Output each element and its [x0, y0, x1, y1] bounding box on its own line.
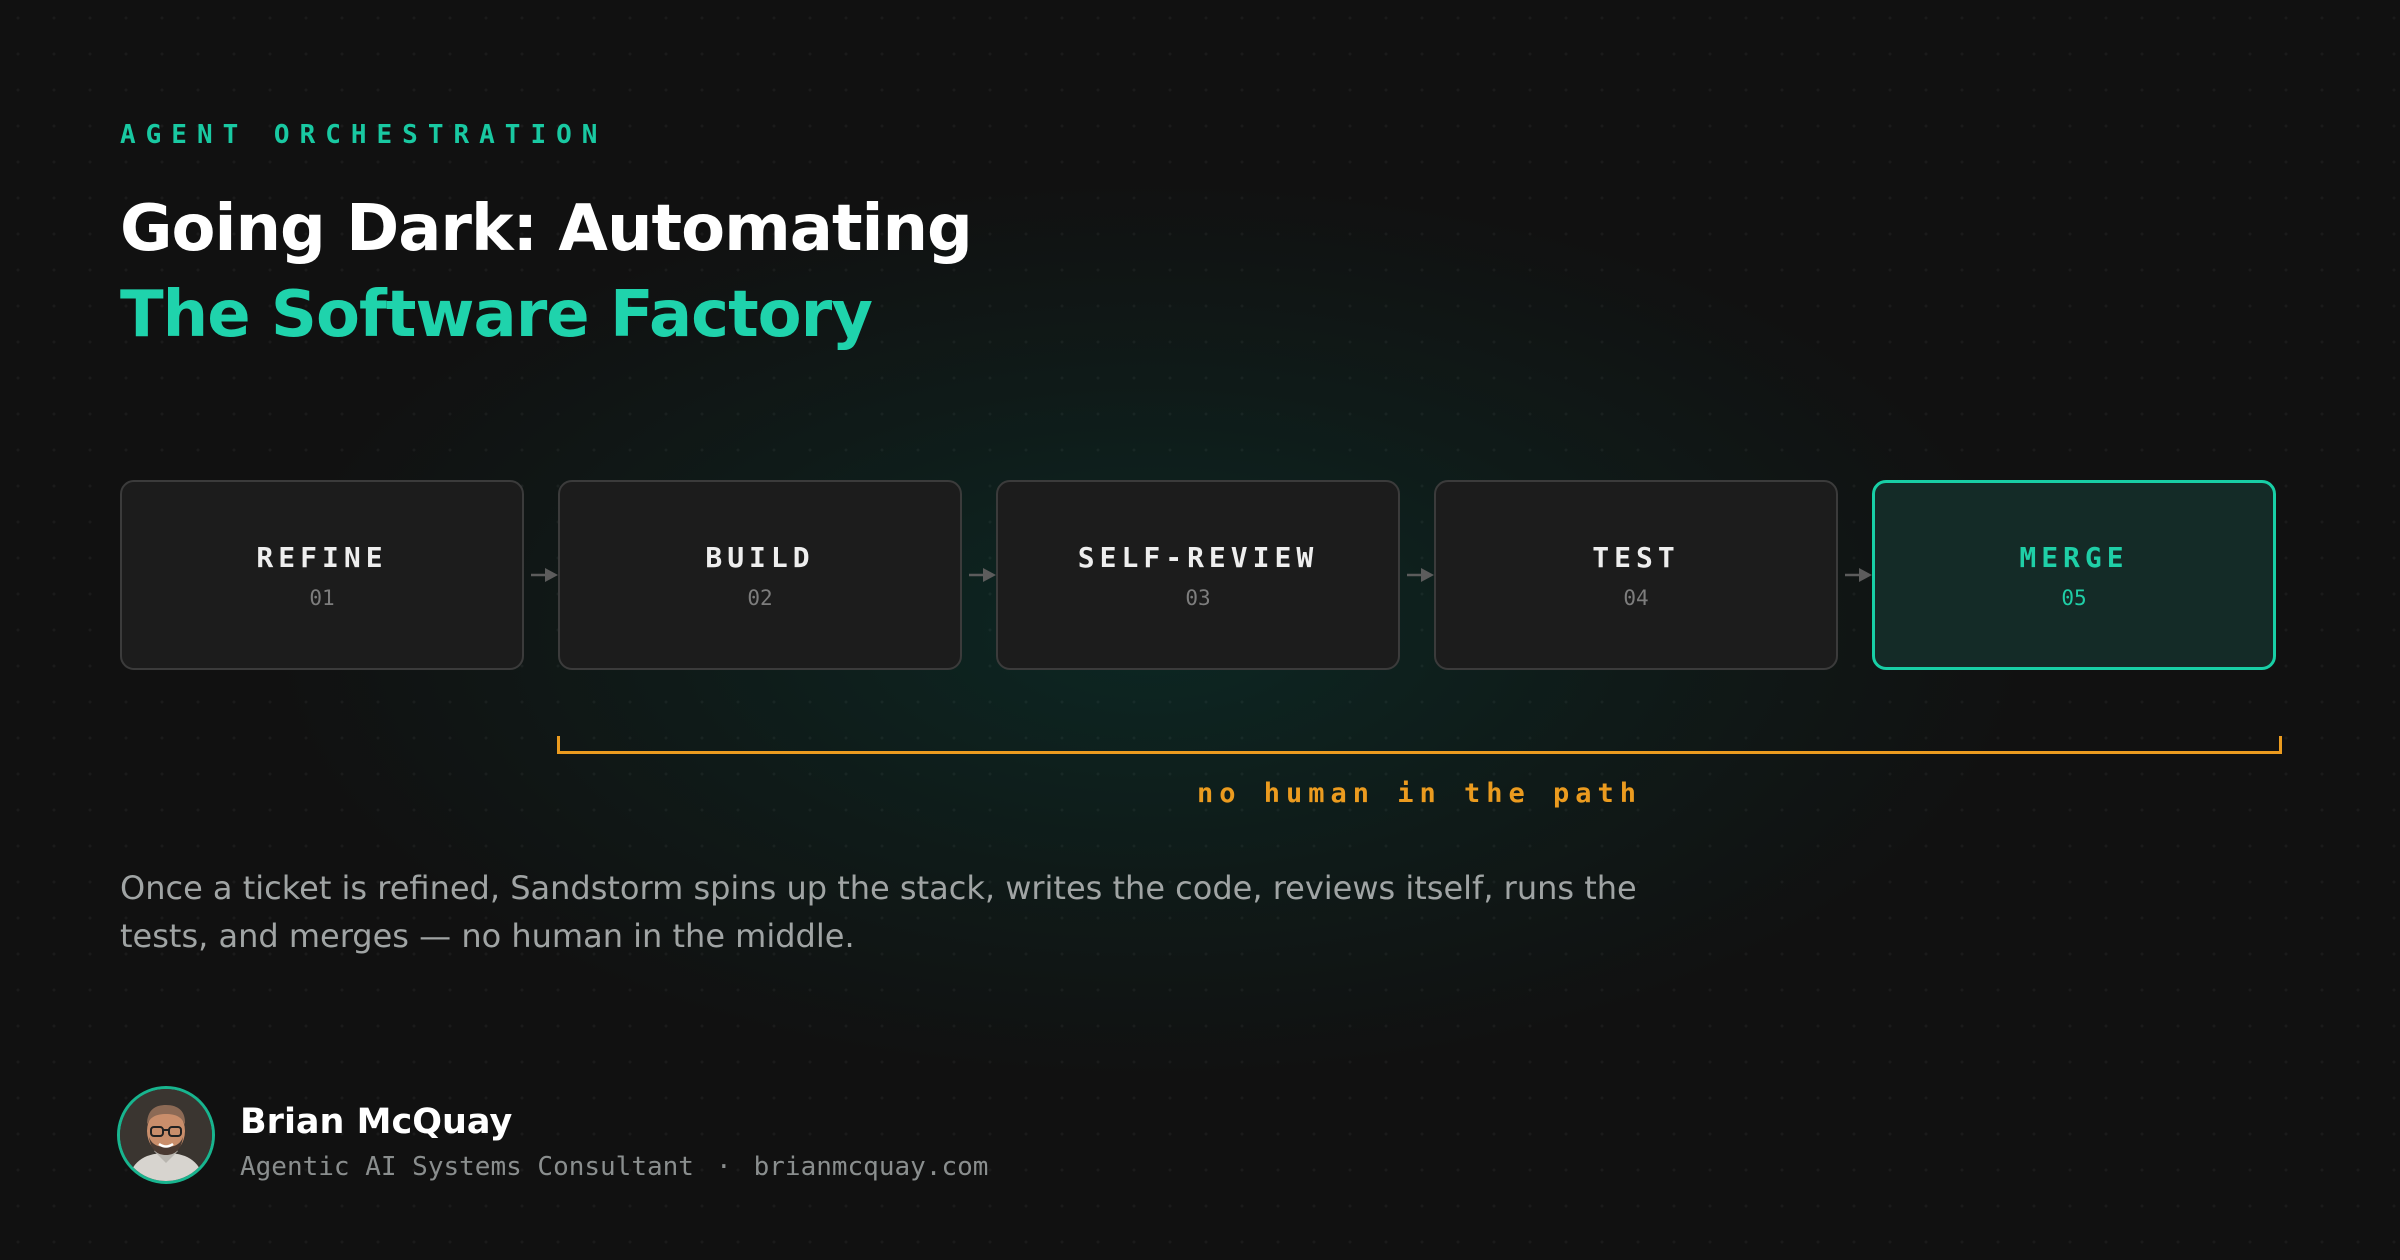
arrow-right-icon	[1404, 563, 1438, 587]
stage-refine: REFINE 01	[120, 480, 524, 670]
stage-number: 04	[1623, 585, 1649, 610]
author-name: Brian McQuay	[240, 1102, 513, 1142]
title-line-1: Going Dark: Automating	[120, 192, 973, 266]
stage-label: REFINE	[256, 540, 388, 574]
stage-label: TEST	[1592, 540, 1680, 574]
stage-merge: MERGE 05	[1872, 480, 2276, 670]
no-human-bracket	[557, 736, 2282, 754]
description: Once a ticket is refined, Sandstorm spin…	[120, 869, 1637, 955]
stage-number: 03	[1185, 585, 1211, 610]
stage-self-review: SELF-REVIEW 03	[996, 480, 1400, 670]
avatar	[117, 1086, 215, 1184]
author-role: Agentic AI Systems Consultant	[240, 1152, 694, 1182]
arrow-right-icon	[1842, 563, 1876, 587]
person-avatar-icon	[120, 1089, 212, 1181]
title-line-2: The Software Factory	[120, 278, 873, 352]
author-meta: Agentic AI Systems Consultant · brianmcqua…	[240, 1152, 988, 1182]
arrow-right-icon	[528, 563, 562, 587]
bracket-label: no human in the path	[1196, 778, 1643, 809]
stage-number: 01	[309, 585, 335, 610]
stage-label: SELF-REVIEW	[1077, 540, 1319, 574]
stage-number: 02	[747, 585, 773, 610]
stage-build: BUILD 02	[558, 480, 962, 670]
eyebrow-label: AGENT ORCHESTRATION	[120, 120, 608, 150]
stage-test: TEST 04	[1434, 480, 1838, 670]
pipeline: REFINE 01 BUILD 02 SELF-REVIEW 03 TEST 0…	[120, 480, 2278, 670]
meta-separator: ·	[715, 1152, 732, 1182]
author-website-link[interactable]: brianmcquay.com	[754, 1152, 989, 1182]
stage-number: 05	[2061, 585, 2087, 610]
stage-label: MERGE	[2019, 540, 2129, 574]
arrow-right-icon	[966, 563, 1000, 587]
stage-label: BUILD	[705, 540, 815, 574]
page-title: Going Dark: Automating The Software Fact…	[120, 186, 973, 358]
